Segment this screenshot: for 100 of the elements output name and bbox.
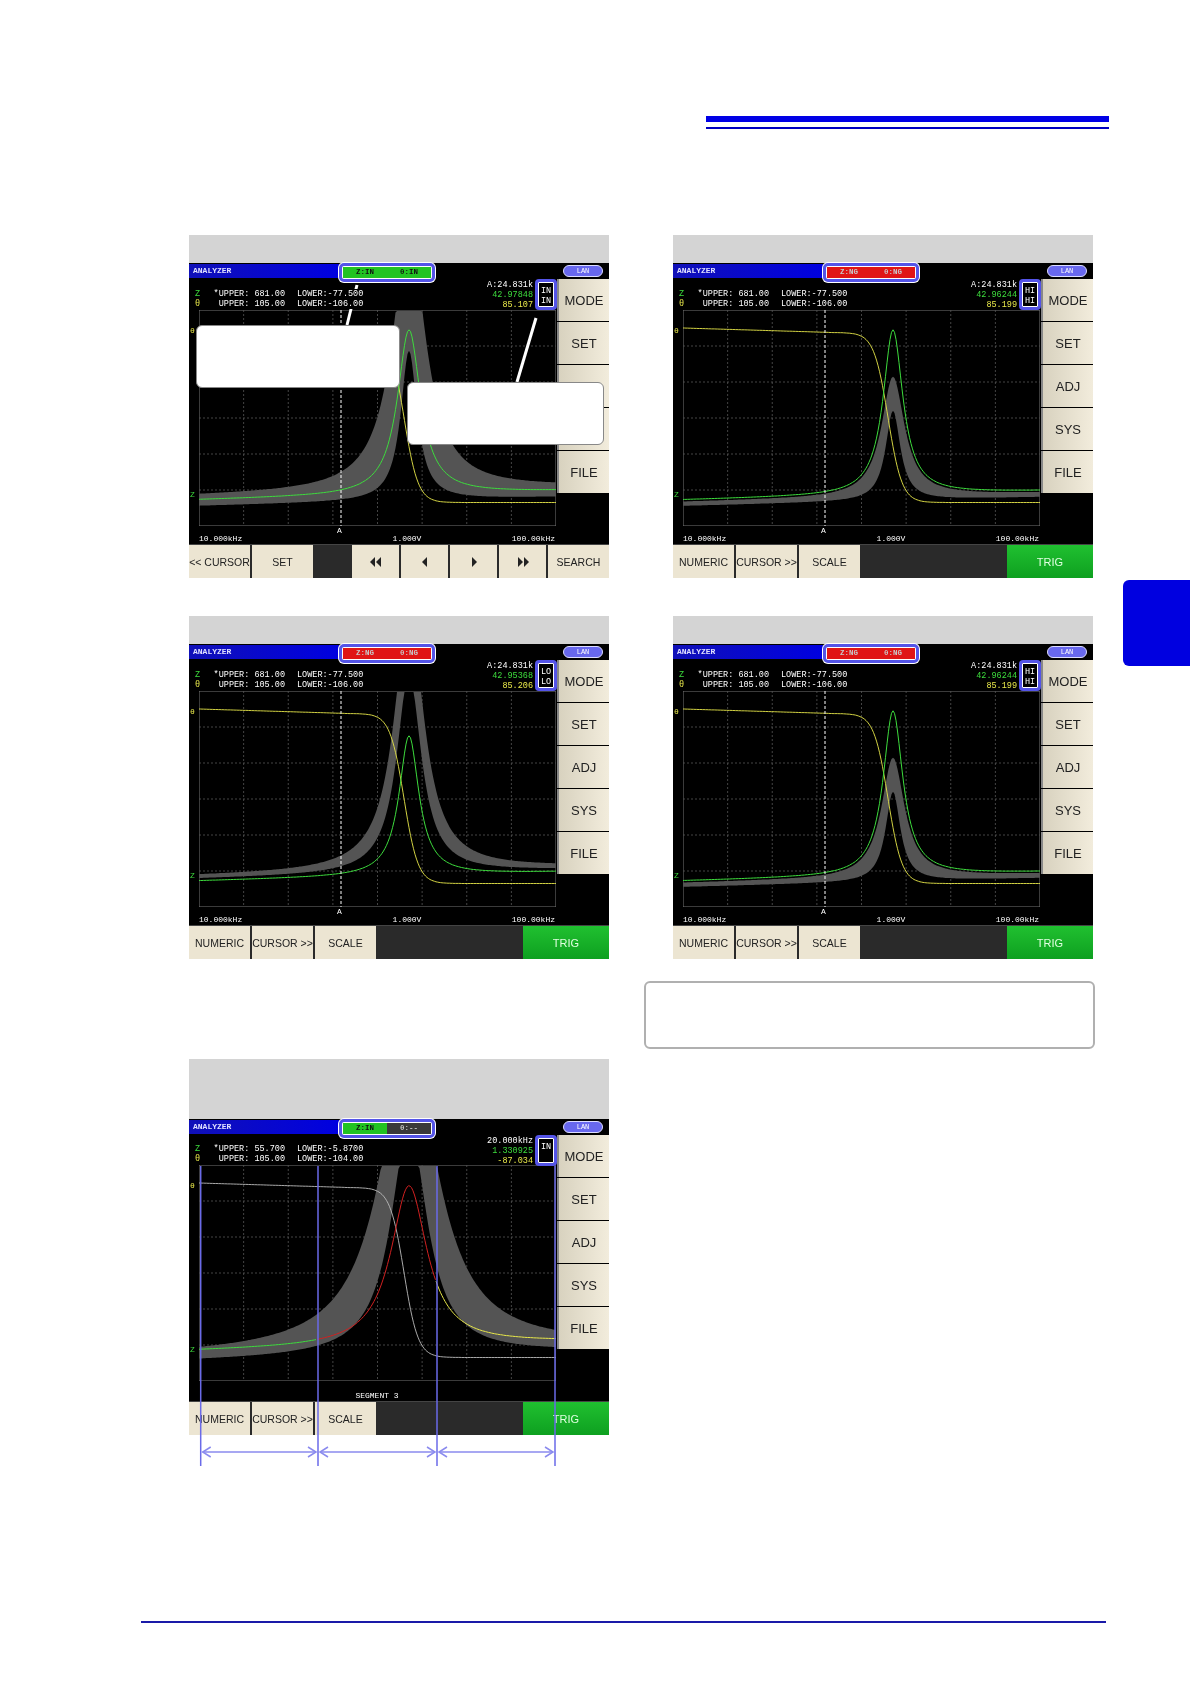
softkey-button[interactable]: SCALE	[315, 1402, 376, 1435]
axis-label: 10.000kHz	[683, 915, 727, 924]
softkey-button[interactable]: NUMERIC	[673, 926, 734, 959]
lower-limit: LOWER:-77.500	[297, 289, 364, 299]
menu-button[interactable]: SET	[557, 703, 609, 745]
menu-button[interactable]: ADJ	[1041, 746, 1093, 788]
menu-button[interactable]: MODE	[1041, 660, 1093, 702]
softkey-button[interactable]: CURSOR >>	[736, 545, 797, 578]
nav-button[interactable]	[499, 545, 546, 578]
axis-label: θ	[674, 707, 679, 716]
cursor-readout: 20.000kHz	[487, 1136, 533, 1146]
segment-label: SEGMENT 3	[355, 1391, 399, 1400]
judgment-text: HI	[1024, 667, 1036, 677]
menu-button[interactable]: FILE	[557, 832, 609, 874]
axis-label: Z	[190, 1345, 195, 1354]
app-title: ANALYZER	[189, 264, 339, 278]
menu-button[interactable]: SET	[1041, 322, 1093, 364]
softkey-button[interactable]: SCALE	[799, 926, 860, 959]
measured-value: 42.97848	[492, 290, 533, 300]
measured-value: 42.95368	[492, 671, 533, 681]
lower-limit: LOWER:-106.00	[781, 299, 848, 309]
leader-line	[515, 317, 538, 383]
judgment-text: IN	[540, 286, 552, 296]
softkey-button[interactable]: SEARCH	[548, 545, 609, 578]
app-title: ANALYZER	[189, 1120, 339, 1134]
lower-limit: LOWER:-104.00	[297, 1154, 364, 1164]
softkey-button[interactable]: CURSOR >>	[252, 926, 313, 959]
softkey-button[interactable]: SCALE	[799, 545, 860, 578]
menu-button[interactable]: SET	[557, 322, 609, 364]
softkey-button[interactable]: NUMERIC	[673, 545, 734, 578]
app-title: ANALYZER	[673, 645, 823, 659]
axis-label: θ	[190, 707, 195, 716]
axis-label: Z	[190, 871, 195, 880]
left-triangle-icon	[421, 556, 428, 567]
axis-label: 10.000kHz	[199, 534, 243, 543]
signal-level: 1.000V	[876, 915, 906, 924]
softkey-button[interactable]: << CURSOR	[189, 545, 250, 578]
menu-button[interactable]: SYS	[557, 1264, 609, 1306]
app-title: ANALYZER	[189, 645, 339, 659]
judgment-text: HI	[1024, 296, 1036, 306]
signal-level: 1.000V	[392, 915, 422, 924]
menu-button[interactable]: FILE	[557, 1307, 609, 1349]
menu-button[interactable]: SYS	[1041, 408, 1093, 450]
softkey-button[interactable]: CURSOR >>	[252, 1402, 313, 1435]
lower-limit: LOWER:-106.00	[297, 299, 364, 309]
signal-level: 1.000V	[876, 534, 906, 543]
lower-limit: LOWER:-77.500	[297, 670, 364, 680]
menu-button[interactable]: ADJ	[1041, 365, 1093, 407]
judgment-text: IN	[540, 296, 552, 306]
cursor-label: A	[337, 526, 342, 535]
nav-button[interactable]	[352, 545, 399, 578]
cursor-label: A	[337, 907, 342, 916]
menu-button[interactable]: SYS	[557, 789, 609, 831]
measured-value: 85.107	[502, 300, 533, 310]
softkey-button[interactable]: CURSOR >>	[736, 926, 797, 959]
softkey-button[interactable]: NUMERIC	[189, 926, 250, 959]
rewind-icon	[369, 556, 382, 567]
menu-button[interactable]: FILE	[1041, 832, 1093, 874]
fast-forward-icon	[516, 556, 529, 567]
lower-limit: LOWER:-77.500	[781, 289, 848, 299]
judgment-text: HI	[1024, 286, 1036, 296]
axis-label: Z	[674, 871, 679, 880]
menu-button[interactable]: FILE	[1041, 451, 1093, 493]
menu-button[interactable]: MODE	[557, 1135, 609, 1177]
cursor-readout: A:24.831k	[487, 280, 533, 290]
menu-button[interactable]: MODE	[557, 660, 609, 702]
judgment-text: LO	[540, 667, 552, 677]
measured-value: 1.330925	[492, 1146, 533, 1156]
menu-button[interactable]: SET	[1041, 703, 1093, 745]
axis-label: 100.00kHz	[995, 915, 1039, 924]
measured-value: 85.199	[986, 300, 1017, 310]
softkey-button[interactable]: SET	[252, 545, 313, 578]
axis-label: Z	[190, 490, 195, 499]
menu-button[interactable]: SET	[557, 1178, 609, 1220]
axis-label: Z	[674, 490, 679, 499]
lower-limit: LOWER:-106.00	[297, 680, 364, 690]
measured-value: 42.96244	[976, 671, 1017, 681]
app-title: ANALYZER	[673, 264, 823, 278]
axis-label: θ	[190, 326, 195, 335]
measured-value: 42.96244	[976, 290, 1017, 300]
cursor-readout: A:24.831k	[971, 280, 1017, 290]
menu-button[interactable]: ADJ	[557, 1221, 609, 1263]
axis-label: θ	[190, 1181, 195, 1190]
axis-label: 100.00kHz	[511, 534, 555, 543]
menu-button[interactable]: ADJ	[557, 746, 609, 788]
softkey-button[interactable]: SCALE	[315, 926, 376, 959]
axis-label: 10.000kHz	[683, 534, 727, 543]
measured-value: 85.199	[986, 681, 1017, 691]
menu-button[interactable]: SYS	[1041, 789, 1093, 831]
axis-label: 100.00kHz	[995, 534, 1039, 543]
menu-button[interactable]: FILE	[557, 451, 609, 493]
cursor-readout: A:24.831k	[971, 661, 1017, 671]
judgment-text: IN	[540, 1142, 552, 1152]
menu-button[interactable]: MODE	[557, 279, 609, 321]
axis-label: θ	[674, 326, 679, 335]
cursor-label: A	[821, 526, 826, 535]
menu-button[interactable]: MODE	[1041, 279, 1093, 321]
cursor-readout: A:24.831k	[487, 661, 533, 671]
axis-label: 10.000kHz	[199, 915, 243, 924]
measured-value: 85.206	[502, 681, 533, 691]
